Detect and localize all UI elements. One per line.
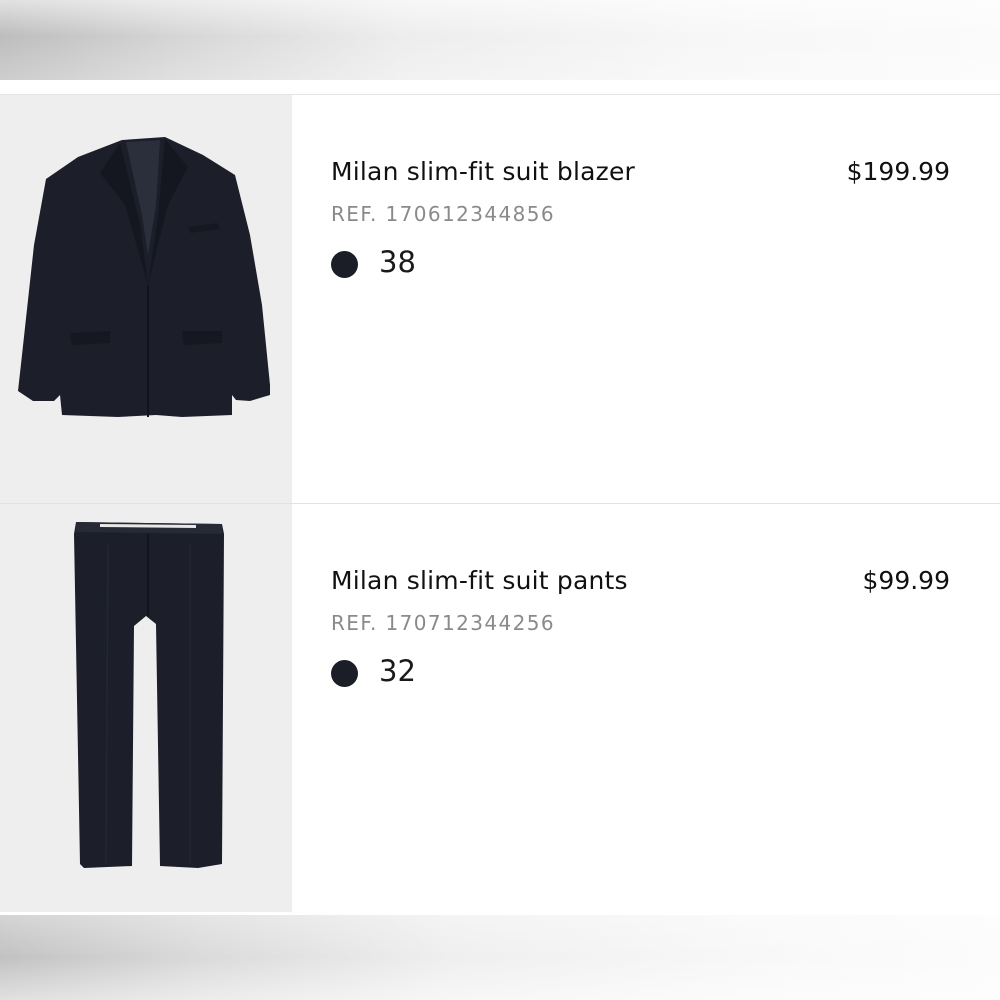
pants-image (74, 522, 224, 868)
top-background-blur (0, 0, 1000, 80)
blazer-thumbnail[interactable] (0, 95, 292, 503)
item-size: 38 (379, 245, 416, 279)
item-price: $99.99 (862, 566, 950, 595)
blazer-image (18, 137, 270, 417)
cart-item-pants[interactable]: Milan slim-fit suit pants $99.99 REF. 17… (0, 504, 1000, 912)
item-name[interactable]: Milan slim-fit suit pants (331, 566, 628, 595)
item-size: 32 (379, 654, 416, 688)
bottom-background-blur (0, 915, 1000, 1000)
color-swatch (331, 660, 358, 687)
item-reference: REF. 170612344856 (331, 202, 556, 226)
cart-item-list: Milan slim-fit suit blazer $199.99 REF. … (0, 94, 1000, 916)
cart-item-blazer[interactable]: Milan slim-fit suit blazer $199.99 REF. … (0, 95, 1000, 504)
color-swatch (331, 251, 358, 278)
pants-thumbnail[interactable] (0, 504, 292, 912)
item-reference: REF. 170712344256 (331, 611, 556, 635)
item-price: $199.99 (846, 157, 950, 186)
item-name[interactable]: Milan slim-fit suit blazer (331, 157, 635, 186)
